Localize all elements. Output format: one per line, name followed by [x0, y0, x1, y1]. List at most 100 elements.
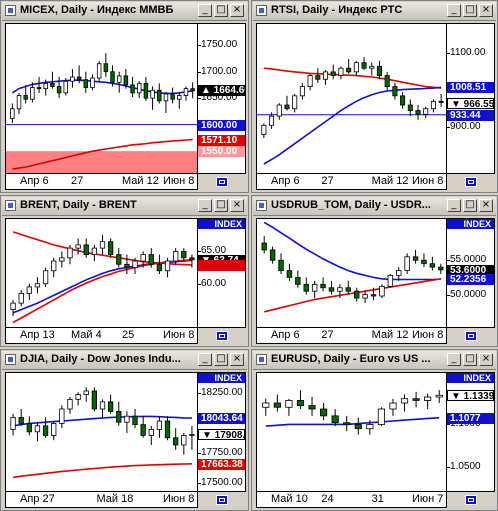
candle	[91, 244, 98, 262]
time-tick-label: Май 4	[71, 329, 102, 341]
chart-window-rtsi[interactable]: RTSI, Daily - Индекс РТС _ □ × 1100.00 900.00…	[251, 0, 498, 193]
candle	[328, 280, 335, 295]
candle	[10, 299, 16, 317]
price-chart-area[interactable]	[5, 23, 198, 174]
minimize-button[interactable]: _	[447, 4, 461, 17]
price-tag: ▼ 1.1339	[447, 390, 494, 402]
price-tag: 933.44	[447, 109, 494, 121]
time-tick-label: 24	[321, 493, 334, 505]
chart-corner-icon[interactable]	[216, 331, 228, 341]
candle	[116, 401, 122, 426]
candle	[415, 105, 421, 120]
window-title: MICEX, Daily - Индекс ММВБ	[20, 4, 174, 16]
price-tick	[198, 393, 201, 395]
candle	[377, 407, 385, 427]
close-button[interactable]: ×	[479, 353, 493, 366]
title-bar[interactable]: MICEX, Daily - Индекс ММВБ _ □ ×	[2, 2, 247, 21]
price-chart-area[interactable]	[5, 372, 198, 492]
chart-window-brent[interactable]: BRENT, Daily - BRENT_□×65.0060.00INDEX▼ …	[0, 195, 249, 347]
candle	[156, 417, 163, 438]
time-axis: Апр 6 27 Май 12 Июн 8	[5, 174, 198, 190]
chart-corner-icon[interactable]	[216, 495, 228, 505]
price-plot	[257, 57, 446, 165]
moving-average-line	[265, 417, 440, 427]
minimize-button[interactable]: _	[447, 199, 461, 212]
candle	[190, 82, 195, 99]
candle	[308, 397, 316, 416]
candle	[384, 71, 390, 91]
candle	[83, 387, 89, 402]
close-button[interactable]: ×	[479, 4, 493, 17]
close-button[interactable]: ×	[479, 199, 493, 212]
minimize-button[interactable]: _	[198, 353, 212, 366]
price-tick-label: 1100.00	[450, 47, 486, 59]
price-plot	[262, 390, 443, 435]
maximize-button[interactable]: □	[463, 4, 477, 17]
chart-window-djia[interactable]: DJIA, Daily - Dow Jones Indu... _ □ × 18250.…	[0, 349, 249, 511]
price-tick-label: 50.0000	[450, 288, 487, 300]
candle	[338, 66, 344, 80]
candle	[148, 248, 154, 268]
price-chart-area[interactable]	[256, 372, 447, 492]
maximize-button[interactable]: □	[463, 199, 477, 212]
price-tick-label: 18250.00	[201, 387, 243, 399]
time-tick-label: Июн 7	[412, 493, 444, 505]
candle	[343, 415, 351, 432]
close-button[interactable]: ×	[230, 199, 244, 212]
candle	[307, 73, 313, 91]
candle	[311, 280, 318, 299]
candle	[423, 106, 429, 118]
price-axis: 55.0000 50.0000 INDEX 53.6000 52.2356	[447, 218, 495, 328]
chart-window-eurusd[interactable]: EURUSD, Daily - Euro vs US ... _ □ × 1.1000 1…	[251, 349, 498, 511]
index-label: INDEX	[447, 219, 494, 229]
candle	[435, 390, 443, 403]
candle	[103, 53, 109, 77]
price-tag: 1.1077	[447, 412, 494, 424]
price-tick-label: 1.0500	[450, 461, 481, 473]
maximize-button[interactable]: □	[214, 4, 228, 17]
chart-window-micex[interactable]: MICEX, Daily - Индекс ММВБ _ □ × 1750.00 1700…	[0, 0, 249, 193]
minimize-button[interactable]: _	[447, 353, 461, 366]
candle	[407, 99, 413, 117]
candle	[107, 394, 114, 414]
price-tick	[198, 483, 201, 485]
price-chart-area[interactable]	[5, 218, 198, 328]
maximize-button[interactable]: □	[214, 199, 228, 212]
title-bar[interactable]: DJIA, Daily - Dow Jones Indu... _ □ ×	[2, 351, 247, 370]
candle	[42, 267, 49, 287]
minimize-button[interactable]: _	[198, 4, 212, 17]
price-chart-area[interactable]	[256, 23, 447, 174]
price-tick	[198, 98, 201, 100]
price-axis: 1.1000 1.0500 INDEX ▼ 1.1339 1.1077	[447, 372, 495, 492]
chart-corner-icon[interactable]	[465, 331, 477, 341]
title-bar[interactable]: RTSI, Daily - Индекс РТС _ □ ×	[253, 2, 496, 21]
candle	[412, 391, 420, 408]
price-tick	[447, 294, 450, 296]
price-chart-area[interactable]	[256, 218, 447, 328]
price-plot	[261, 221, 444, 313]
candle	[67, 244, 73, 265]
minimize-button[interactable]: _	[198, 199, 212, 212]
chart-window-usdrub[interactable]: USDRUB_TOM, Daily - USDR... _ □ × 55.0000 50.…	[251, 195, 498, 347]
chart-corner-icon[interactable]	[465, 177, 477, 187]
chart-corner-icon[interactable]	[216, 177, 228, 187]
candle	[50, 71, 55, 89]
candle	[353, 60, 359, 76]
candle	[181, 248, 187, 262]
candle	[10, 413, 16, 436]
close-button[interactable]: ×	[230, 4, 244, 17]
title-bar[interactable]: USDRUB_TOM, Daily - USDR... _ □ ×	[253, 197, 496, 216]
price-tick-label: 1750.00	[201, 39, 238, 51]
title-bar[interactable]: BRENT, Daily - BRENT _ □ ×	[2, 197, 247, 216]
maximize-button[interactable]: □	[463, 353, 477, 366]
candle	[285, 398, 293, 416]
close-button[interactable]: ×	[230, 353, 244, 366]
candle	[16, 92, 22, 115]
candle	[189, 425, 195, 450]
time-tick-label: 27	[71, 175, 84, 187]
maximize-button[interactable]: □	[214, 353, 228, 366]
chart-corner-icon[interactable]	[465, 495, 477, 505]
window-title: BRENT, Daily - BRENT	[20, 199, 137, 211]
title-bar[interactable]: EURUSD, Daily - Euro vs US ... _ □ ×	[253, 351, 496, 370]
candle	[299, 82, 305, 100]
